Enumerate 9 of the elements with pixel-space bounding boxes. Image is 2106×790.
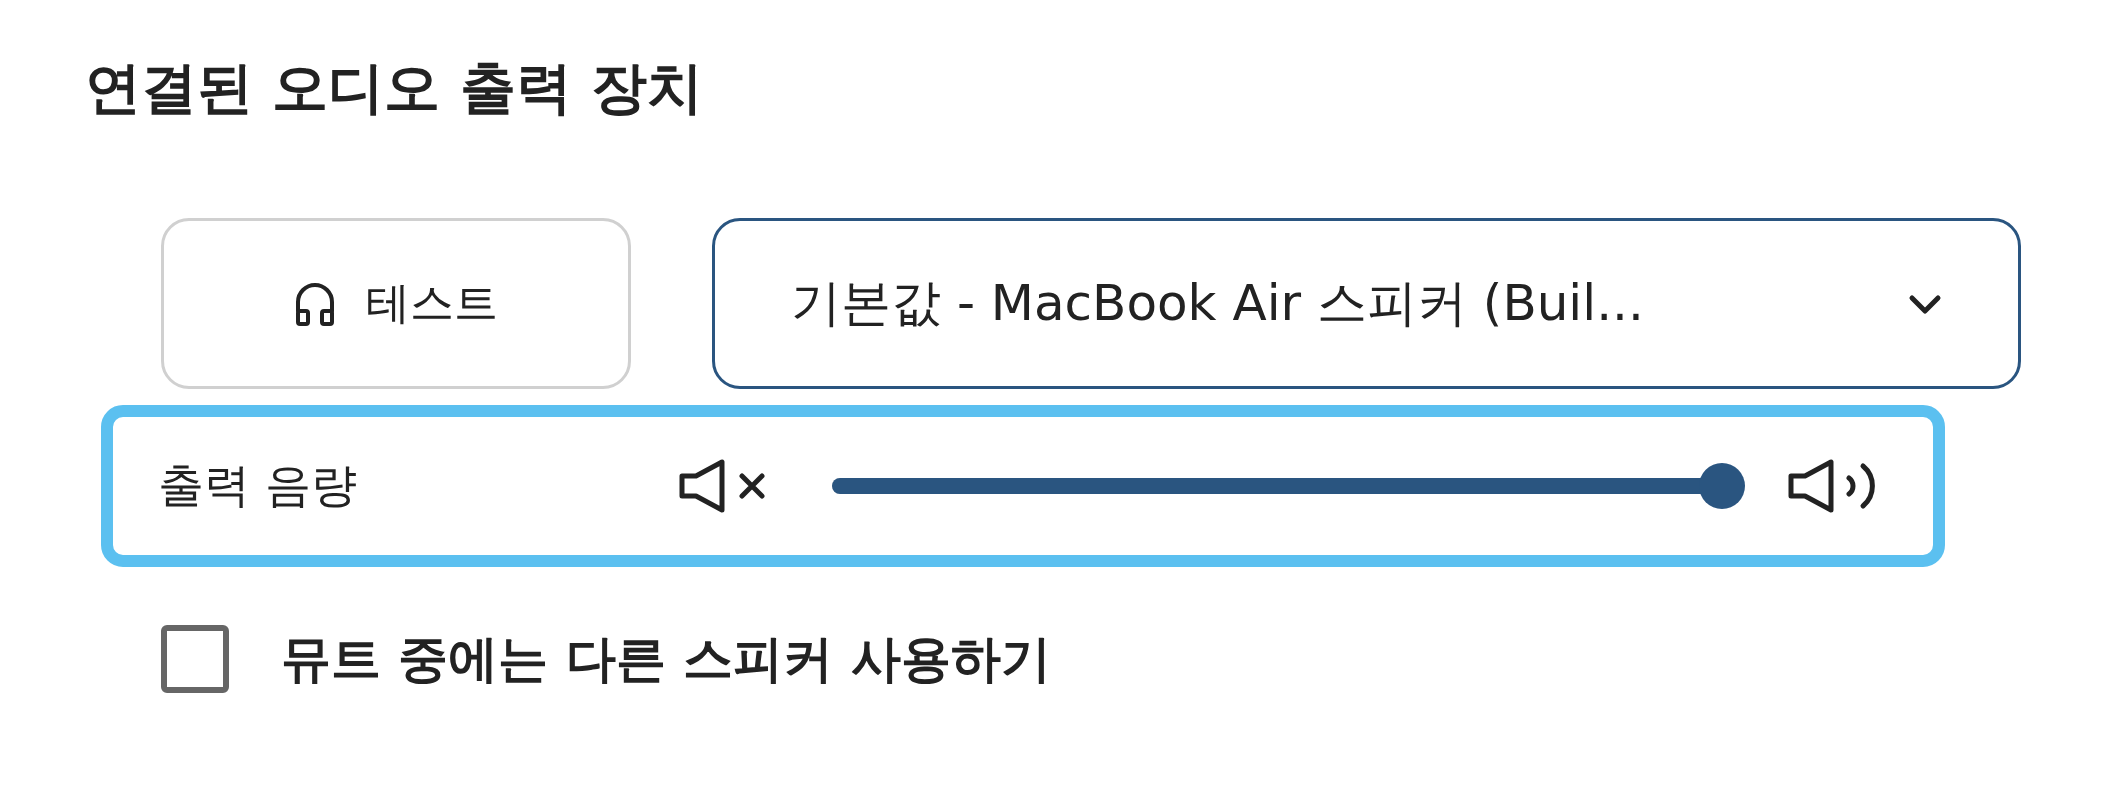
section-title: 연결된 오디오 출력 장치 — [85, 54, 705, 122]
volume-label: 출력 음량 — [158, 457, 358, 514]
checkbox[interactable] — [161, 625, 229, 693]
chevron-down-icon — [1908, 292, 1942, 315]
output-device-dropdown[interactable]: 기본값 - MacBook Air 스피커 (Buil... — [712, 218, 2021, 389]
test-button[interactable]: 테스트 — [161, 218, 631, 389]
headphones-icon — [294, 280, 336, 327]
volume-slider[interactable] — [832, 461, 1747, 511]
checkbox-label: 뮤트 중에는 다른 스피커 사용하기 — [281, 628, 1051, 690]
